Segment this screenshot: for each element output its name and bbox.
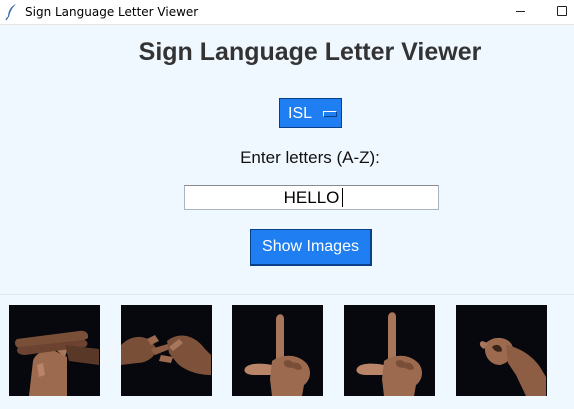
minimize-button[interactable] [516,11,525,12]
language-selected-label: ISL [288,105,313,122]
show-images-button[interactable]: Show Images [250,229,372,266]
letters-input[interactable] [184,185,439,210]
sign-image-o [456,305,547,396]
sign-image-h [9,305,100,396]
sign-image-e [121,305,212,396]
text-caret [342,188,343,207]
letters-prompt-label: Enter letters (A-Z): [240,148,380,167]
sign-image-l-2 [344,305,435,396]
window-title: Sign Language Letter Viewer [25,5,199,19]
maximize-button[interactable] [557,6,567,16]
language-menu-button[interactable]: ISL [279,98,342,128]
title-bar: Sign Language Letter Viewer [0,0,574,25]
sign-image-l [232,305,323,396]
app-title: Sign Language Letter Viewer [138,38,482,66]
menu-indicator-icon [323,111,337,117]
divider [0,294,574,295]
feather-icon [5,4,16,21]
